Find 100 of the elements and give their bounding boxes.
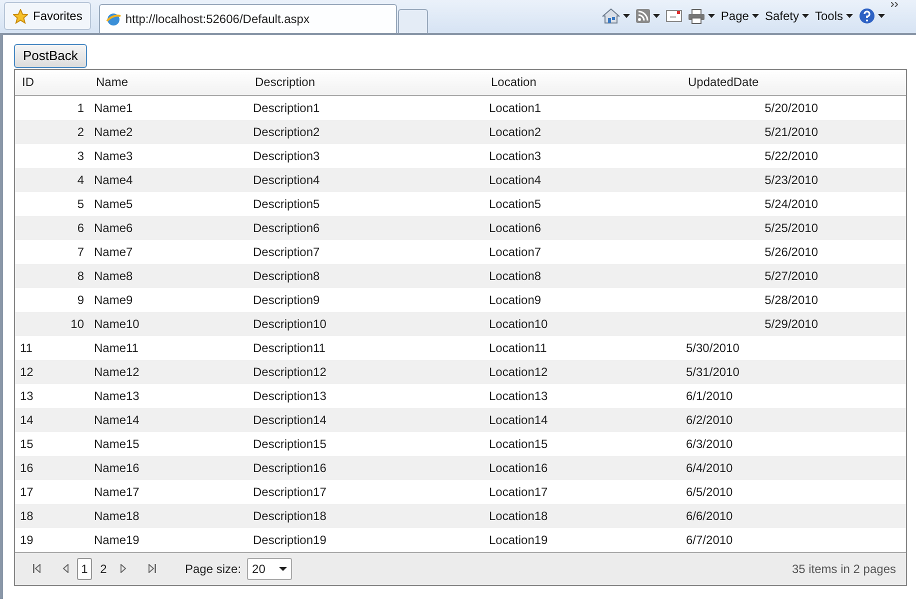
table-cell: Description3 <box>248 144 484 168</box>
table-cell: 5/22/2010 <box>681 144 823 168</box>
table-cell: Name11 <box>89 336 248 360</box>
mail-icon[interactable] <box>666 10 682 22</box>
table-cell: Location8 <box>484 264 681 288</box>
caret-icon <box>752 14 759 18</box>
page-size-label: Page size: <box>185 560 242 578</box>
table-cell: 5/31/2010 <box>681 360 823 384</box>
table-cell: 5/25/2010 <box>681 216 823 240</box>
previous-page-icon[interactable] <box>62 564 70 573</box>
caret-icon[interactable] <box>878 14 885 18</box>
browser-tab[interactable]: http://localhost:52606/Default.aspx <box>99 4 398 33</box>
table-cell: 4 <box>15 168 89 192</box>
table-cell: 5/20/2010 <box>681 96 823 120</box>
table-cell: Location11 <box>484 336 681 360</box>
table-cell: 16 <box>15 456 89 480</box>
printer-icon[interactable] <box>688 8 705 24</box>
page-size-dropdown[interactable]: 20 <box>247 558 292 580</box>
table-cell: Location13 <box>484 384 681 408</box>
table-cell: Description7 <box>248 240 484 264</box>
command-menu[interactable]: Tools <box>814 7 853 25</box>
table-cell: Location9 <box>484 288 681 312</box>
table-cell: Description12 <box>248 360 484 384</box>
table-cell: 14 <box>15 408 89 432</box>
table-cell: 6/1/2010 <box>681 384 823 408</box>
table-cell: 6/2/2010 <box>681 408 823 432</box>
table-cell: Name7 <box>89 240 248 264</box>
table-cell: 19 <box>15 528 89 552</box>
table-cell: Name1 <box>89 96 248 120</box>
table-cell: Location15 <box>484 432 681 456</box>
table-cell: Description15 <box>248 432 484 456</box>
command-menu[interactable]: Page <box>720 7 759 25</box>
table-cell: Name2 <box>89 120 248 144</box>
table-cell: Name9 <box>89 288 248 312</box>
table-cell: Description2 <box>248 120 484 144</box>
table-cell: 5 <box>15 192 89 216</box>
table-cell: Name10 <box>89 312 248 336</box>
last-page-icon[interactable] <box>148 564 156 573</box>
table-cell: Location19 <box>484 528 681 552</box>
caret-icon <box>846 14 853 18</box>
table-cell: Name19 <box>89 528 248 552</box>
first-page-icon[interactable] <box>32 564 40 573</box>
table-cell: Name15 <box>89 432 248 456</box>
table-cell: Location16 <box>484 456 681 480</box>
postback-button[interactable]: PostBack <box>14 44 87 68</box>
table-cell: 11 <box>15 336 89 360</box>
table-cell: Name3 <box>89 144 248 168</box>
table-cell: Description4 <box>248 168 484 192</box>
help-icon[interactable] <box>859 8 875 24</box>
table-cell: Name14 <box>89 408 248 432</box>
table-cell: 6/5/2010 <box>681 480 823 504</box>
home-icon[interactable] <box>602 8 620 24</box>
table-cell: Location6 <box>484 216 681 240</box>
table-cell: Description9 <box>248 288 484 312</box>
caret-icon[interactable] <box>708 14 715 18</box>
table-cell: Name5 <box>89 192 248 216</box>
table-cell: Description14 <box>248 408 484 432</box>
table-cell: Description17 <box>248 480 484 504</box>
table-cell: 13 <box>15 384 89 408</box>
table-cell: 1 <box>15 96 89 120</box>
caret-icon <box>802 14 809 18</box>
page-link[interactable]: 1 <box>77 558 92 580</box>
table-cell: 5/28/2010 <box>681 288 823 312</box>
table-cell: 9 <box>15 288 89 312</box>
table-cell: Description8 <box>248 264 484 288</box>
table-cell: Description16 <box>248 456 484 480</box>
globe-icon <box>106 12 122 26</box>
page-link[interactable]: 2 <box>96 558 111 580</box>
table-cell: Location2 <box>484 120 681 144</box>
table-cell: Location4 <box>484 168 681 192</box>
table-cell: Location10 <box>484 312 681 336</box>
table-cell: 5/24/2010 <box>681 192 823 216</box>
table-cell: 7 <box>15 240 89 264</box>
table-cell: Location7 <box>484 240 681 264</box>
next-page-icon[interactable] <box>118 564 126 573</box>
table-cell: 10 <box>15 312 89 336</box>
table-cell: Location3 <box>484 144 681 168</box>
command-menu[interactable]: Safety <box>764 7 809 25</box>
table-cell: 12 <box>15 360 89 384</box>
chevron-icon[interactable] <box>891 2 898 7</box>
table-cell: 15 <box>15 432 89 456</box>
table-cell: Name6 <box>89 216 248 240</box>
table-cell: Description19 <box>248 528 484 552</box>
table-cell: 3 <box>15 144 89 168</box>
table-cell: 5/23/2010 <box>681 168 823 192</box>
caret-icon[interactable] <box>622 14 630 18</box>
table-cell: 5/27/2010 <box>681 264 823 288</box>
table-cell: Location17 <box>484 480 681 504</box>
table-cell: Name8 <box>89 264 248 288</box>
star-icon <box>13 8 28 24</box>
caret-icon[interactable] <box>652 14 660 18</box>
table-cell: 18 <box>15 504 89 528</box>
table-cell: 8 <box>15 264 89 288</box>
table-cell: Location12 <box>484 360 681 384</box>
table-cell: 6/4/2010 <box>681 456 823 480</box>
table-cell: Location5 <box>484 192 681 216</box>
table-cell: 6/3/2010 <box>681 432 823 456</box>
favorites-button[interactable]: Favorites <box>4 2 92 30</box>
table-cell: 5/21/2010 <box>681 120 823 144</box>
table-cell: Location1 <box>484 96 681 120</box>
